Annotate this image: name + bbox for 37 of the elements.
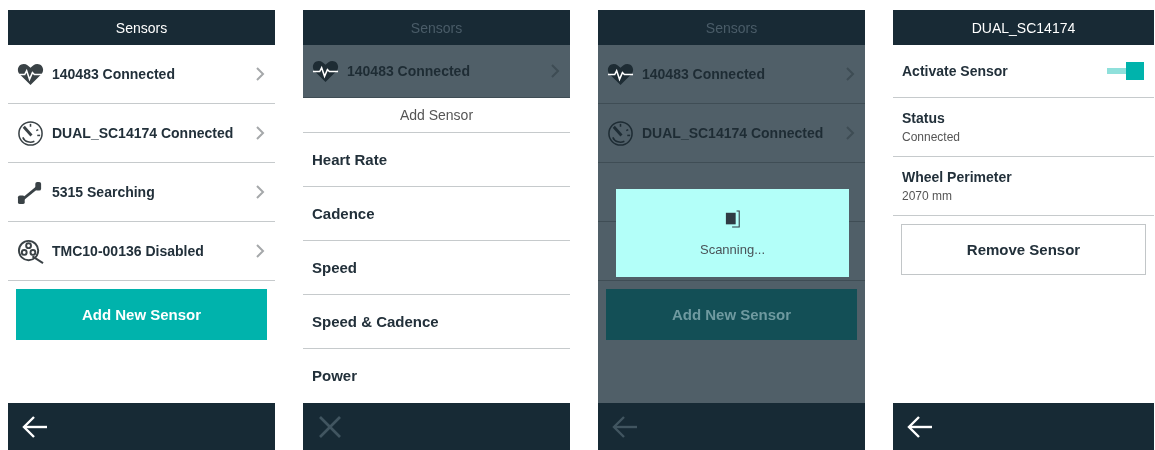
wheel-sensor-icon <box>17 237 44 265</box>
back-arrow-icon[interactable] <box>907 414 933 439</box>
back-arrow-icon[interactable] <box>22 414 48 439</box>
sheet-title: Add Sensor <box>303 98 570 133</box>
sensor-row[interactable]: DUAL_SC14174 Connected <box>8 104 275 163</box>
gauge-icon <box>607 119 634 147</box>
scanning-icon <box>724 209 741 228</box>
chevron-right-icon <box>255 184 265 200</box>
sensor-type-option[interactable]: Speed & Cadence <box>303 295 570 349</box>
screen-title: Sensors <box>8 10 275 45</box>
sensor-row[interactable]: TMC10-00136 Disabled <box>8 222 275 281</box>
setting-label: Activate Sensor <box>902 63 1009 79</box>
sensor-row[interactable]: 5315 Searching <box>8 163 275 222</box>
setting-label: Wheel Perimeter <box>902 169 1012 185</box>
toggle-switch[interactable] <box>1107 62 1144 80</box>
sensor-label: TMC10-00136 Disabled <box>52 243 205 259</box>
screen-title: DUAL_SC14174 <box>893 10 1154 45</box>
setting-row[interactable]: Wheel Perimeter 2070 mm <box>893 157 1154 216</box>
sensor-label: DUAL_SC14174 Connected <box>52 125 235 141</box>
chevron-right-icon <box>255 243 265 259</box>
sensor-type-option[interactable]: Power <box>303 349 570 402</box>
chevron-right-icon <box>255 66 265 82</box>
chevron-right-icon <box>255 125 265 141</box>
setting-row[interactable]: Status Connected <box>893 98 1154 157</box>
setting-value: Connected <box>902 130 961 144</box>
sensor-row[interactable]: 140483 Connected <box>8 45 275 104</box>
close-icon[interactable] <box>317 414 343 439</box>
remove-sensor-button[interactable]: Remove Sensor <box>901 224 1146 275</box>
sensor-label: 5315 Searching <box>52 184 156 200</box>
gauge-icon <box>17 119 44 147</box>
sensor-type-option[interactable]: Heart Rate <box>303 133 570 187</box>
setting-value: 2070 mm <box>902 189 953 203</box>
sensor-type-option[interactable]: Cadence <box>303 187 570 241</box>
sensor-type-option[interactable]: Speed <box>303 241 570 295</box>
setting-label: Status <box>902 110 945 126</box>
sensor-label: 140483 Connected <box>52 66 176 82</box>
scanning-message: Scanning... <box>699 241 765 257</box>
